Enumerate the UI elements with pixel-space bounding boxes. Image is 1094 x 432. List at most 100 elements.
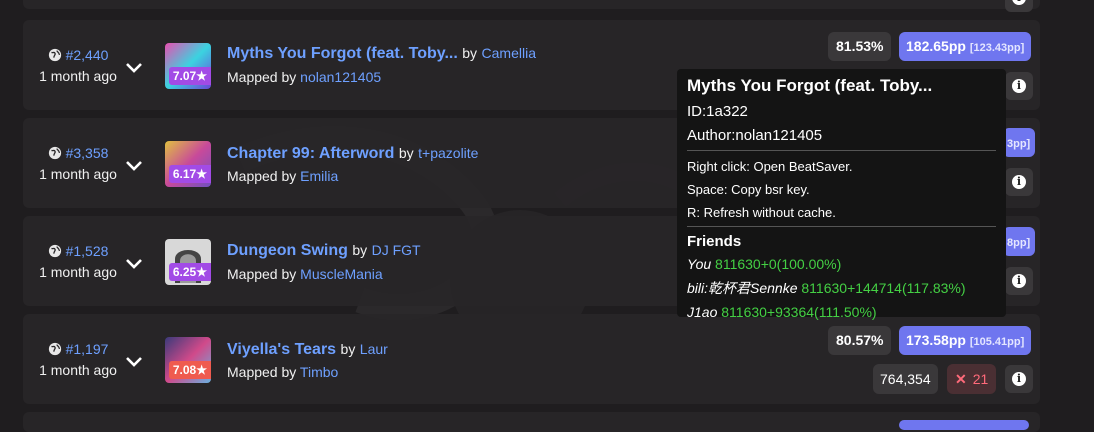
mapped-by-label: Mapped by <box>227 168 297 184</box>
mapped-by-label: Mapped by <box>227 69 297 85</box>
info-icon: i <box>1012 175 1026 189</box>
song-title[interactable]: Chapter 99: Afterword <box>227 145 394 162</box>
info-button[interactable]: i <box>1005 0 1033 12</box>
info-icon: i <box>1012 0 1026 5</box>
song-artist[interactable]: DJ FGT <box>372 242 421 258</box>
tooltip-divider <box>687 150 996 151</box>
song-title[interactable]: Viyella's Tears <box>227 341 336 358</box>
tooltip-title: Myths You Forgot (feat. Toby... <box>687 76 933 95</box>
globe-icon <box>48 48 61 62</box>
globe-icon <box>48 244 61 258</box>
star-rating-badge: 7.08★ <box>168 361 211 379</box>
song-cover[interactable]: 7.08★ <box>165 337 211 383</box>
by-label: by <box>352 242 368 258</box>
friend-name: bili:乾杯君Sennke <box>687 280 798 296</box>
pp-raw-value: [123.43pp] <box>969 42 1025 54</box>
song-title[interactable]: Dungeon Swing <box>227 242 348 259</box>
song-cover[interactable]: 6.17★ <box>165 141 211 187</box>
tooltip-author: Author:nolan121405 <box>687 127 823 144</box>
chevron-down-icon[interactable] <box>123 351 145 373</box>
tooltip-hint-r: R: Refresh without cache. <box>687 205 836 220</box>
mapper-name[interactable]: nolan121405 <box>300 69 381 85</box>
miss-count: 21 <box>972 371 989 387</box>
song-title-line: Chapter 99: Afterword by t+pazolite <box>227 145 478 163</box>
song-artist[interactable]: Camellia <box>482 45 536 61</box>
time-ago: 1 month ago <box>39 166 117 182</box>
by-label: by <box>340 341 356 357</box>
mapped-by-label: Mapped by <box>227 266 297 282</box>
miss-x-icon: ✕ <box>955 371 967 387</box>
pp-raw-value: [105.41pp] <box>969 336 1025 348</box>
song-title-line: Viyella's Tears by Laur <box>227 341 388 359</box>
pp-value: 182.65pp <box>906 38 966 54</box>
info-icon: i <box>1012 79 1026 93</box>
song-cover[interactable]: 7.07★ <box>165 43 211 89</box>
song-title-line: Myths You Forgot (feat. Toby... by Camel… <box>227 45 536 63</box>
global-rank[interactable]: #1,197 <box>66 341 109 357</box>
time-ago: 1 month ago <box>39 264 117 280</box>
tooltip-divider <box>687 226 996 227</box>
friend-score: 811630+0(100.00%) <box>715 256 842 272</box>
friend-score: 811630+144714(117.83%) <box>801 280 966 296</box>
song-title[interactable]: Myths You Forgot (feat. Toby... <box>227 45 458 62</box>
accuracy-badge: 81.53% <box>828 32 892 61</box>
pp-badge-partial <box>899 420 1029 430</box>
rank-block: #2,440 1 month ago <box>23 47 133 84</box>
score-badge: 764,354 <box>873 364 938 394</box>
pp-badge-partial: 8pp] <box>1003 227 1035 256</box>
mapped-by-label: Mapped by <box>227 364 297 380</box>
info-button[interactable]: i <box>1005 365 1033 393</box>
pp-value: 173.58pp <box>906 332 966 348</box>
globe-icon <box>48 146 61 160</box>
chevron-down-icon[interactable] <box>123 253 145 275</box>
rank-block: #3,358 1 month ago <box>23 145 133 182</box>
global-rank[interactable]: #1,528 <box>66 243 109 259</box>
mapper-name[interactable]: Emilia <box>300 168 338 184</box>
info-button[interactable]: i <box>1005 267 1033 295</box>
time-ago: 1 month ago <box>39 68 117 84</box>
info-icon: i <box>1012 372 1026 386</box>
song-artist[interactable]: t+pazolite <box>418 145 478 161</box>
score-card-partial-bottom <box>23 412 1040 432</box>
chevron-down-icon[interactable] <box>123 57 145 79</box>
mapper-name[interactable]: MuscleMania <box>300 266 382 282</box>
tooltip-hint-right-click: Right click: Open BeatSaver. <box>687 159 853 174</box>
song-artist[interactable]: Laur <box>360 341 388 357</box>
accuracy-badge: 80.57% <box>828 326 892 355</box>
score-card-partial-top <box>23 0 1040 9</box>
chevron-down-icon[interactable] <box>123 155 145 177</box>
star-rating-badge: 6.17★ <box>168 165 211 183</box>
song-cover[interactable]: 6.25★ <box>165 239 211 285</box>
tooltip-id: ID:1a322 <box>687 103 748 120</box>
song-title-line: Dungeon Swing by DJ FGT <box>227 242 421 260</box>
friend-entry: J1ao 811630+93364(111.50%) <box>687 304 996 320</box>
friend-entry: You 811630+0(100.00%) <box>687 256 996 272</box>
tooltip-hint-space: Space: Copy bsr key. <box>687 182 810 197</box>
star-rating-badge: 6.25★ <box>168 263 211 281</box>
mapper-line: Mapped by Emilia <box>227 168 338 184</box>
friend-entry: bili:乾杯君Sennke 811630+144714(117.83%) <box>687 278 996 298</box>
global-rank[interactable]: #2,440 <box>66 47 109 63</box>
mapper-name[interactable]: Timbo <box>300 364 338 380</box>
pp-badge: 173.58pp [105.41pp] <box>899 326 1032 355</box>
friend-name: J1ao <box>687 304 718 320</box>
mapper-line: Mapped by Timbo <box>227 364 338 380</box>
info-button[interactable]: i <box>1005 72 1033 100</box>
pp-raw-partial: 8pp] <box>1007 237 1031 249</box>
friends-heading: Friends <box>687 233 742 250</box>
by-label: by <box>462 45 478 61</box>
time-ago: 1 month ago <box>39 362 117 378</box>
map-info-tooltip: Myths You Forgot (feat. Toby... ID:1a322… <box>677 69 1006 320</box>
pp-raw-partial: 3pp] <box>1007 138 1031 150</box>
mapper-line: Mapped by MuscleMania <box>227 266 383 282</box>
star-rating-badge: 7.07★ <box>168 67 211 85</box>
miss-badge: ✕ 21 <box>947 364 997 394</box>
mapper-line: Mapped by nolan121405 <box>227 69 381 85</box>
by-label: by <box>398 145 414 161</box>
rank-block: #1,528 1 month ago <box>23 243 133 280</box>
friend-name: You <box>687 256 712 272</box>
global-rank[interactable]: #3,358 <box>66 145 109 161</box>
score-card[interactable]: #1,197 1 month ago 7.08★ Viyella's Tears… <box>23 314 1040 404</box>
pp-badge-partial: 3pp] <box>1003 128 1035 157</box>
info-button[interactable]: i <box>1005 168 1033 196</box>
